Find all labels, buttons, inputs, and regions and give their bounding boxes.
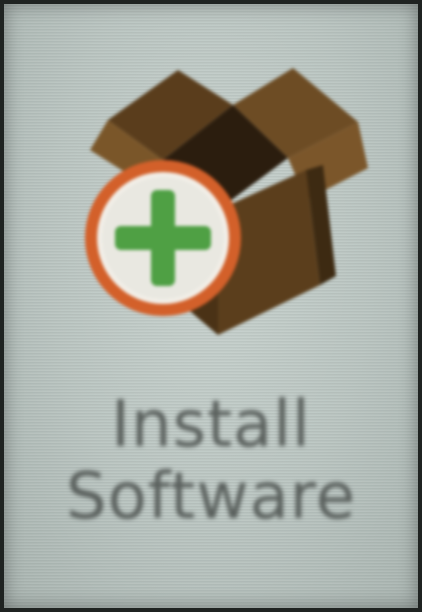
install-software-box-plus-icon [85, 68, 368, 335]
app-label-line-2: Software [65, 460, 357, 534]
app-label-line-1: Install [111, 388, 311, 462]
app-label: Install Software [4, 389, 418, 533]
device-screen: Install Software [4, 4, 418, 608]
install-software-app-icon[interactable]: Install Software [4, 4, 418, 608]
